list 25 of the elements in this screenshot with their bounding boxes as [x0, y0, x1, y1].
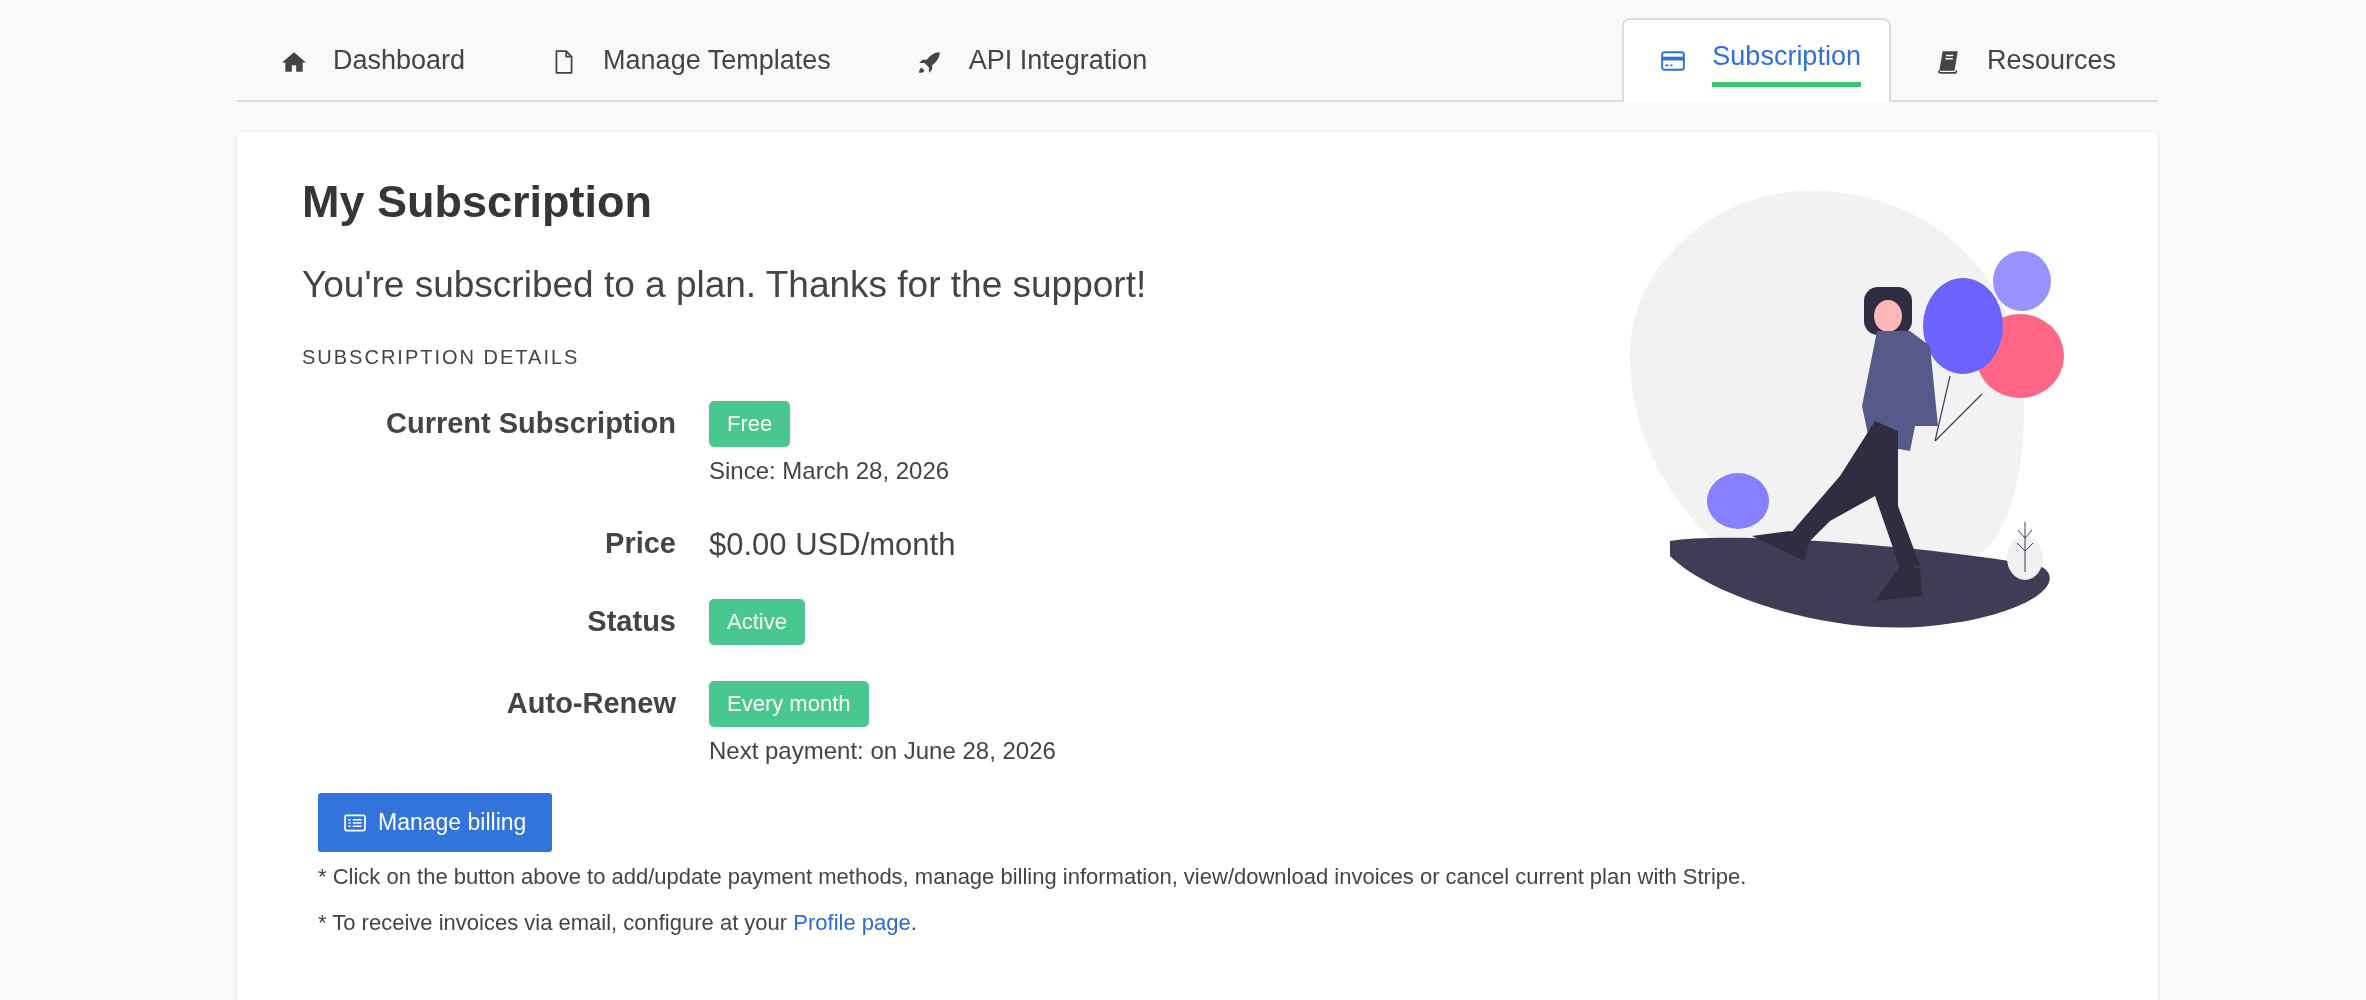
- detail-label: Status: [586, 604, 676, 638]
- section-heading: SUBSCRIPTION DETAILS: [302, 346, 581, 369]
- detail-label: Auto-Renew: [505, 686, 676, 720]
- subscription-message: You're subscribed to a plan. Thanks for the support!: [302, 264, 1147, 306]
- manage-billing-button[interactable]: Manage billing: [318, 793, 553, 852]
- list-icon: [344, 813, 366, 832]
- nav-tab[interactable]: Resources: [1890, 20, 2158, 102]
- nav-tab[interactable]: Dashboard: [237, 20, 508, 102]
- page-title: My Subscription: [302, 176, 654, 228]
- footnote: * To receive invoices via email, configure at your Profile page.: [318, 910, 918, 936]
- status-badge: Active: [709, 599, 805, 645]
- detail-value: $0.00 USD/month: [709, 526, 956, 563]
- credit-card-icon: [1660, 48, 1687, 74]
- nav-tab[interactable]: Manage Templates: [507, 20, 873, 102]
- detail-note: Since: March 28, 2026: [709, 457, 950, 485]
- profile-link[interactable]: Profile page: [793, 910, 911, 935]
- detail-label: Current Subscription: [385, 406, 676, 440]
- status-badge: Free: [709, 401, 791, 447]
- detail-note: Next payment: on June 28, 2026: [709, 737, 1056, 765]
- status-badge: Every month: [709, 681, 869, 727]
- nav-tab[interactable]: API Integration: [872, 20, 1190, 102]
- rocket-icon: [916, 49, 943, 75]
- footnote: * Click on the button above to add/update payment methods, manage billing information, view/download invoices or cancel current plan with Stripe.: [318, 864, 1748, 890]
- detail-label: Price: [604, 526, 676, 560]
- nav-tab[interactable]: Subscription: [1622, 18, 1891, 102]
